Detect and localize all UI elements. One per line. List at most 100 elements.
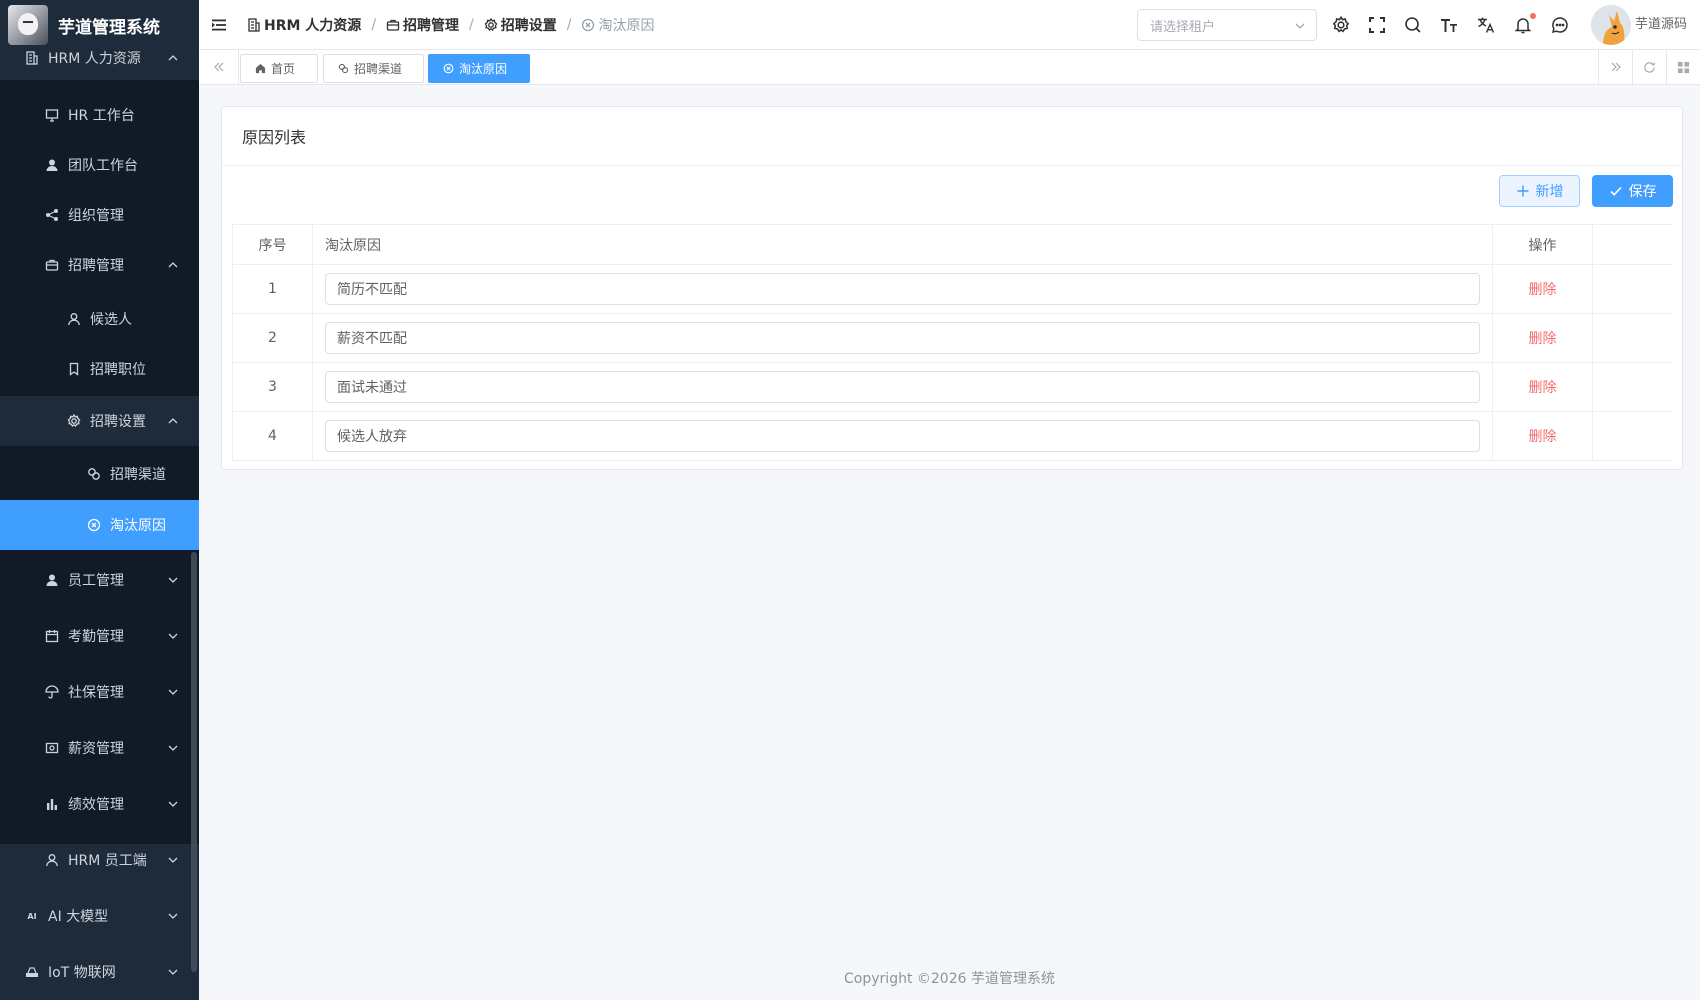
sidebar-scrollbar[interactable] [191,552,197,972]
avatar[interactable] [1591,5,1631,45]
refresh-icon[interactable] [1632,50,1666,84]
double-chevron-right-icon[interactable] [1598,50,1632,84]
breadcrumb: HRM 人力资源 / 招聘管理 / 招聘设置 / 淘汰原因 [247,0,654,50]
column-header-action: 操作 [1493,225,1593,264]
briefcase-icon [386,18,400,32]
save-button[interactable]: 保存 [1592,175,1673,207]
chevron-down-icon [167,910,179,922]
tenant-select[interactable]: 请选择租户 [1137,9,1317,41]
menu-iot-label: IoT 物联网 [48,965,116,981]
plus-icon [1517,185,1528,197]
app-logo[interactable]: 芋道管理系统 [0,0,199,50]
card-title: 原因列表 [222,107,1682,166]
menu-ai-label: AI 大模型 [48,909,109,925]
menu-elimination-reason-label: 淘汰原因 [110,518,166,534]
delete-button[interactable]: 删除 [1529,426,1557,446]
tag-recruit-channel[interactable]: 招聘渠道 [323,54,424,83]
translate-icon[interactable] [1477,16,1495,34]
chevron-down-icon [167,966,179,978]
menu-org[interactable]: 组织管理 [0,190,199,240]
breadcrumb-separator: / [566,17,572,33]
user-icon [44,572,60,588]
breadcrumb-separator: / [469,17,474,33]
delete-button[interactable]: 删除 [1529,328,1557,348]
menu-performance[interactable]: 绩效管理 [0,776,199,832]
menu-team-workbench[interactable]: 团队工作台 [0,140,199,190]
reason-cell: 面试未通过 [313,363,1493,411]
breadcrumb-item-settings[interactable]: 招聘设置 [484,15,557,35]
copyright-footer: Copyright ©2026 芋道管理系统 [844,971,1055,987]
chevron-down-icon [167,574,179,586]
grid-icon[interactable] [1666,50,1700,84]
menu-recruit-channel[interactable]: 招聘渠道 [0,449,199,499]
menu-recruit-settings[interactable]: 招聘设置 [0,396,199,446]
menu-salary-label: 薪资管理 [68,741,124,757]
menu-salary[interactable]: 薪资管理 [0,720,199,776]
action-cell: 删除 [1493,265,1593,313]
chevron-up-icon [167,52,179,64]
building-icon [247,18,261,32]
user-outline-icon [66,311,82,327]
notification-badge [1530,13,1536,19]
app-title: 芋道管理系统 [58,17,160,38]
menu-hr-workbench[interactable]: HR 工作台 [0,90,199,140]
logo-image [8,5,48,45]
menu-toggle-icon[interactable] [211,17,227,33]
reason-input[interactable]: 候选人放弃 [325,420,1480,452]
menu-attendance[interactable]: 考勤管理 [0,608,199,664]
menu-candidate-label: 候选人 [90,312,132,328]
action-cell: 删除 [1493,363,1593,411]
row-index: 2 [233,314,313,362]
menu-social-security[interactable]: 社保管理 [0,664,199,720]
menu-ai[interactable]: AI AI 大模型 [0,888,199,944]
save-button-label: 保存 [1628,184,1657,200]
user-name[interactable]: 芋道源码 [1635,0,1687,50]
gear-icon[interactable] [1332,16,1350,34]
reason-input[interactable]: 简历不匹配 [325,273,1480,305]
chevron-down-icon [167,742,179,754]
menu-employee[interactable]: 员工管理 [0,552,199,608]
menu-recruit-label: 招聘管理 [68,258,124,274]
delete-button[interactable]: 删除 [1529,377,1557,397]
reason-input[interactable]: 薪资不匹配 [325,322,1480,354]
chevron-down-icon [1294,20,1306,32]
menu-social-security-label: 社保管理 [68,685,124,701]
bell-icon[interactable] [1514,16,1532,34]
money-icon [44,740,60,756]
chevron-up-icon [167,259,179,271]
font-size-icon[interactable] [1440,16,1458,34]
building-icon [24,50,40,66]
menu-position[interactable]: 招聘职位 [0,344,199,394]
tag-home[interactable]: 首页 [240,54,318,83]
menu-recruit[interactable]: 招聘管理 [0,240,199,290]
fullscreen-icon[interactable] [1368,16,1386,34]
chat-icon[interactable] [1551,16,1569,34]
reason-input[interactable]: 面试未通过 [325,371,1480,403]
menu-attendance-label: 考勤管理 [68,629,124,645]
column-header-index: 序号 [233,225,313,264]
menu-iot[interactable]: IoT 物联网 [0,944,199,1000]
breadcrumb-item-hrm[interactable]: HRM 人力资源 [247,15,361,35]
search-icon[interactable] [1404,16,1422,34]
menu-hr-workbench-label: HR 工作台 [68,108,135,124]
menu-elimination-reason[interactable]: 淘汰原因 [0,500,199,550]
tag-elimination-reason[interactable]: 淘汰原因 [428,54,530,83]
breadcrumb-item-recruit[interactable]: 招聘管理 [386,15,459,35]
delete-button[interactable]: 删除 [1529,279,1557,299]
table-header-row: 序号 淘汰原因 操作 [233,225,1673,265]
close-circle-icon [86,517,102,533]
chevron-down-icon [167,854,179,866]
monitor-icon [44,107,60,123]
tags-view: 首页 招聘渠道 淘汰原因 [199,50,1700,85]
menu-hrm-employee[interactable]: HRM 员工端 [0,832,199,888]
row-index: 4 [233,412,313,460]
double-chevron-left-icon[interactable] [199,50,239,84]
row-index: 3 [233,363,313,411]
check-icon [1609,186,1622,196]
bar-chart-icon [44,796,60,812]
link-icon [86,466,102,482]
chevron-up-icon [167,415,179,427]
menu-candidate[interactable]: 候选人 [0,294,199,344]
reason-table: 序号 淘汰原因 操作 1 简历不匹配 删除 2 薪资不匹配 删除 3 面试未通过… [232,224,1673,461]
add-button[interactable]: 新增 [1499,175,1580,207]
